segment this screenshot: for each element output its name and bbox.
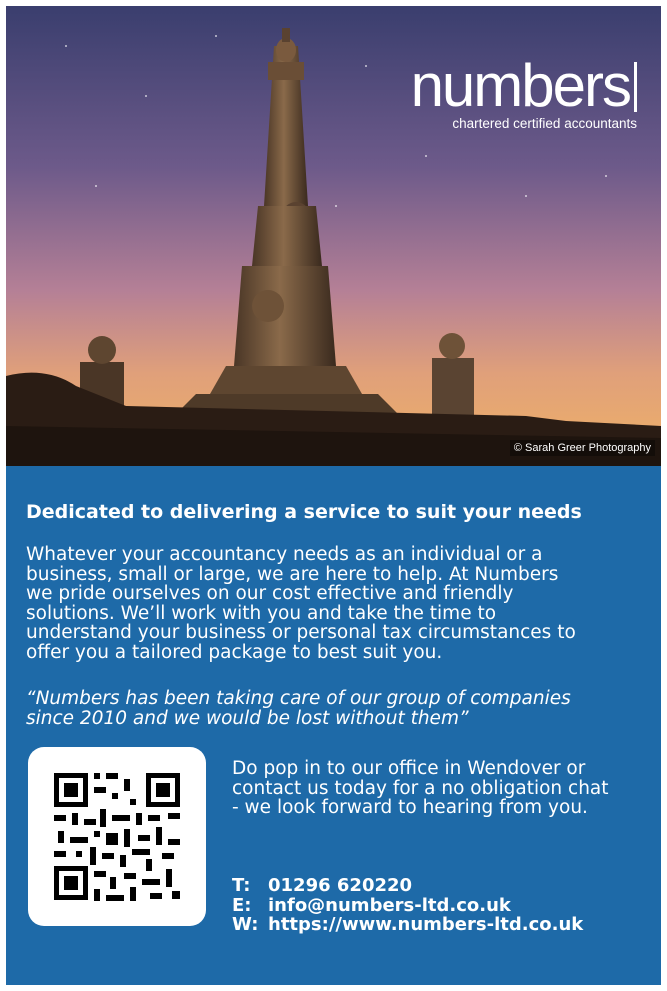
testimonial-quote: “Numbers has been taking care of our gro… [26,689,643,728]
email-row: E: info@numbers-ltd.co.uk [232,894,583,916]
logo-wordmark: numbers [410,52,632,119]
call-to-action: Do pop in to our office in Wendover or c… [232,759,652,818]
phone-label: T: [232,875,251,896]
web-row: W: https://www.numbers-ltd.co.uk [232,915,583,935]
email-label: E: [232,894,252,916]
intro-line: we pride ourselves on our cost effective… [26,583,514,605]
cta-line: - we look forward to hearing from you. [232,797,588,819]
qr-code[interactable] [28,747,206,926]
email-link[interactable]: info@numbers-ltd.co.uk [268,895,511,916]
headline: Dedicated to delivering a service to sui… [26,501,582,523]
cta-line: contact us today for a no obligation cha… [232,777,609,799]
logo-bar [634,62,637,112]
phone-row: T: 01296 620220 [232,876,583,896]
web-label: W: [232,914,259,935]
flyer: numbers chartered certified accountants … [6,6,661,985]
qr-code-icon [54,773,180,901]
photo-credit: © Sarah Greer Photography [509,440,655,456]
intro-line: understand your business or personal tax… [26,622,576,644]
contact-details: T: 01296 620220 E: info@numbers-ltd.co.uk … [232,876,583,935]
intro-line: Whatever your accountancy needs as an in… [26,544,543,565]
intro-line: offer you a tailored package to best sui… [26,641,443,663]
numbers-logo: numbers chartered certified accountants [411,56,637,132]
intro-paragraph: Whatever your accountancy needs as an in… [26,545,643,663]
phone-number-link[interactable]: 01296 620220 [268,875,412,896]
monument-photo: numbers chartered certified accountants … [6,6,661,466]
quote-line: since 2010 and we would be lost without … [26,707,469,729]
website-link[interactable]: https://www.numbers-ltd.co.uk [268,914,583,935]
intro-line: solutions. We’ll work with you and take … [26,602,497,624]
intro-line: business, small or large, we are here to… [26,563,559,585]
quote-line: “Numbers has been taking care of our gro… [26,688,571,709]
cta-line: Do pop in to our office in Wendover or [232,758,586,779]
